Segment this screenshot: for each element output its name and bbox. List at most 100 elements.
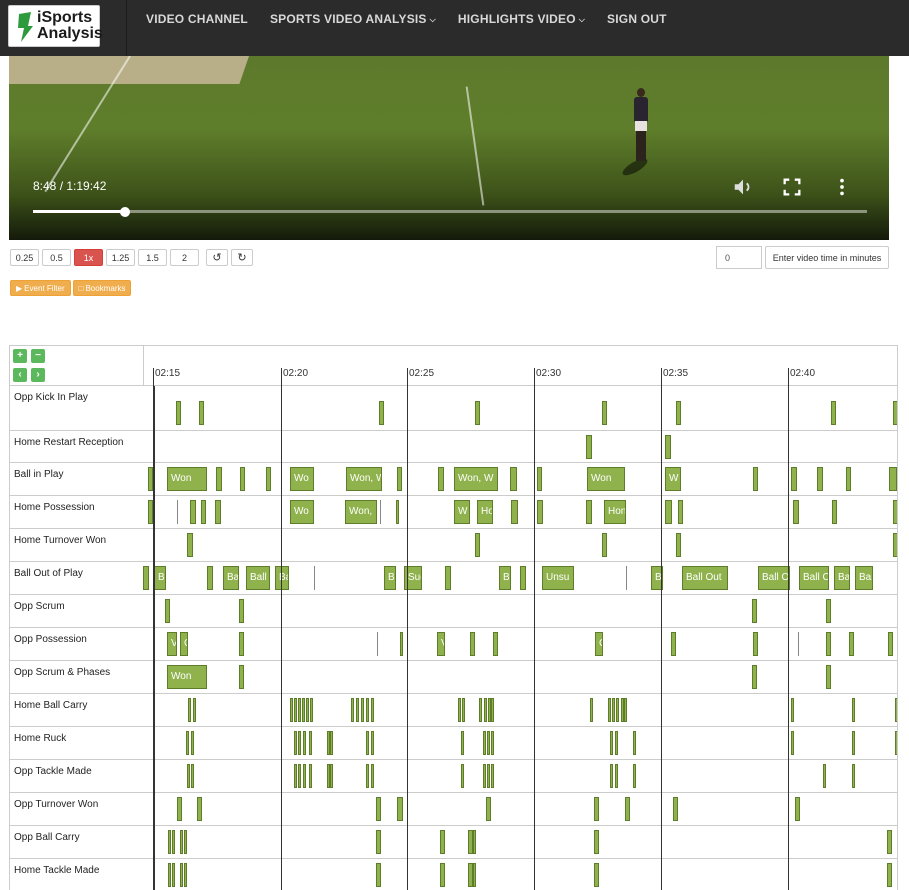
event-block[interactable]: Ball C (799, 566, 829, 590)
event-block[interactable] (852, 698, 855, 722)
event-block[interactable] (586, 500, 592, 524)
event-block[interactable] (537, 500, 543, 524)
event-block[interactable] (458, 698, 461, 722)
event-block[interactable]: Wo (290, 467, 314, 491)
fullscreen-icon[interactable] (781, 176, 803, 198)
speed-1x-button[interactable]: 1x (74, 249, 103, 266)
event-block[interactable] (294, 698, 297, 722)
event-block[interactable] (294, 764, 297, 788)
bookmarks-button[interactable]: □ Bookmarks (72, 280, 132, 296)
event-block[interactable] (379, 401, 384, 425)
event-block[interactable] (608, 698, 611, 722)
event-block[interactable] (440, 863, 445, 887)
event-block[interactable]: Ball Out (682, 566, 728, 590)
event-block[interactable] (752, 599, 757, 623)
event-block[interactable] (371, 764, 374, 788)
event-block[interactable] (298, 764, 301, 788)
event-block[interactable] (484, 698, 487, 722)
event-block[interactable] (493, 632, 498, 656)
event-block[interactable] (753, 632, 758, 656)
event-block[interactable] (397, 797, 403, 821)
event-block[interactable] (665, 500, 672, 524)
event-block[interactable] (752, 665, 757, 689)
event-block[interactable]: Ba (223, 566, 239, 590)
event-block[interactable]: Hon (604, 500, 626, 524)
event-block[interactable] (266, 467, 271, 491)
event-block[interactable]: W (454, 500, 470, 524)
event-block[interactable] (371, 698, 374, 722)
event-block[interactable] (846, 467, 851, 491)
speed-2-button[interactable]: 2 (170, 249, 199, 266)
event-block[interactable]: Ball O (758, 566, 790, 590)
event-block[interactable] (303, 764, 306, 788)
event-block[interactable]: Ho (477, 500, 493, 524)
event-block[interactable] (309, 731, 312, 755)
event-block[interactable]: Won, W (454, 467, 498, 491)
event-block[interactable] (483, 764, 486, 788)
event-block[interactable]: Won, W (346, 467, 382, 491)
event-block[interactable] (602, 401, 607, 425)
event-block[interactable]: Won (167, 467, 207, 491)
event-block[interactable] (330, 764, 333, 788)
event-block[interactable] (491, 731, 494, 755)
event-block[interactable] (615, 731, 618, 755)
event-block[interactable] (487, 764, 490, 788)
speed-1-25-button[interactable]: 1.25 (106, 249, 135, 266)
event-block[interactable] (216, 467, 222, 491)
event-block[interactable] (826, 632, 831, 656)
event-block[interactable] (753, 467, 758, 491)
event-block[interactable] (895, 698, 897, 722)
event-block[interactable] (475, 401, 480, 425)
event-block[interactable] (376, 797, 381, 821)
video-time-input[interactable] (716, 246, 762, 269)
event-block[interactable] (852, 731, 855, 755)
event-block[interactable] (676, 401, 681, 425)
event-block[interactable] (461, 764, 464, 788)
event-block[interactable] (366, 764, 369, 788)
video-player[interactable]: 8:48 / 1:19:42 (9, 56, 889, 240)
event-block[interactable] (893, 500, 897, 524)
event-block[interactable] (191, 764, 194, 788)
event-block[interactable] (356, 698, 359, 722)
event-marker[interactable] (798, 632, 799, 656)
event-block[interactable] (893, 533, 897, 557)
nav-highlights-video[interactable]: HIGHLIGHTS VIDEO ⌵ (458, 12, 585, 26)
event-block[interactable] (440, 830, 445, 854)
event-block[interactable] (180, 863, 183, 887)
speed-0-5-button[interactable]: 0.5 (42, 249, 71, 266)
event-block[interactable] (586, 435, 592, 459)
event-block[interactable] (143, 566, 149, 590)
nav-sports-video-analysis[interactable]: SPORTS VIDEO ANALYSIS ⌵ (270, 12, 436, 26)
event-block[interactable] (188, 698, 191, 722)
forward-icon[interactable]: ↻ (231, 249, 253, 266)
event-block[interactable] (310, 698, 313, 722)
event-block[interactable]: Won, (345, 500, 377, 524)
event-block[interactable] (309, 764, 312, 788)
event-block[interactable] (298, 731, 301, 755)
event-block[interactable] (594, 797, 599, 821)
event-block[interactable] (186, 731, 189, 755)
event-block[interactable] (887, 830, 892, 854)
event-block[interactable] (793, 500, 799, 524)
event-block[interactable] (400, 632, 403, 656)
event-block[interactable] (190, 500, 196, 524)
event-block[interactable] (462, 698, 465, 722)
event-block[interactable] (491, 698, 494, 722)
event-block[interactable] (671, 632, 676, 656)
event-marker[interactable] (314, 566, 315, 590)
event-block[interactable] (445, 566, 451, 590)
event-block[interactable] (199, 401, 204, 425)
event-filter-button[interactable]: ▶ Event Filter (10, 280, 71, 296)
event-block[interactable] (826, 665, 831, 689)
event-block[interactable] (491, 764, 494, 788)
event-block[interactable] (303, 731, 306, 755)
event-block[interactable] (823, 764, 826, 788)
event-block[interactable] (298, 698, 301, 722)
event-block[interactable]: Won (587, 467, 625, 491)
event-block[interactable] (172, 863, 175, 887)
event-block[interactable]: W (665, 467, 681, 491)
event-block[interactable] (184, 830, 187, 854)
speed-0-25-button[interactable]: 0.25 (10, 249, 39, 266)
event-block[interactable] (487, 731, 490, 755)
event-marker[interactable] (626, 566, 627, 590)
